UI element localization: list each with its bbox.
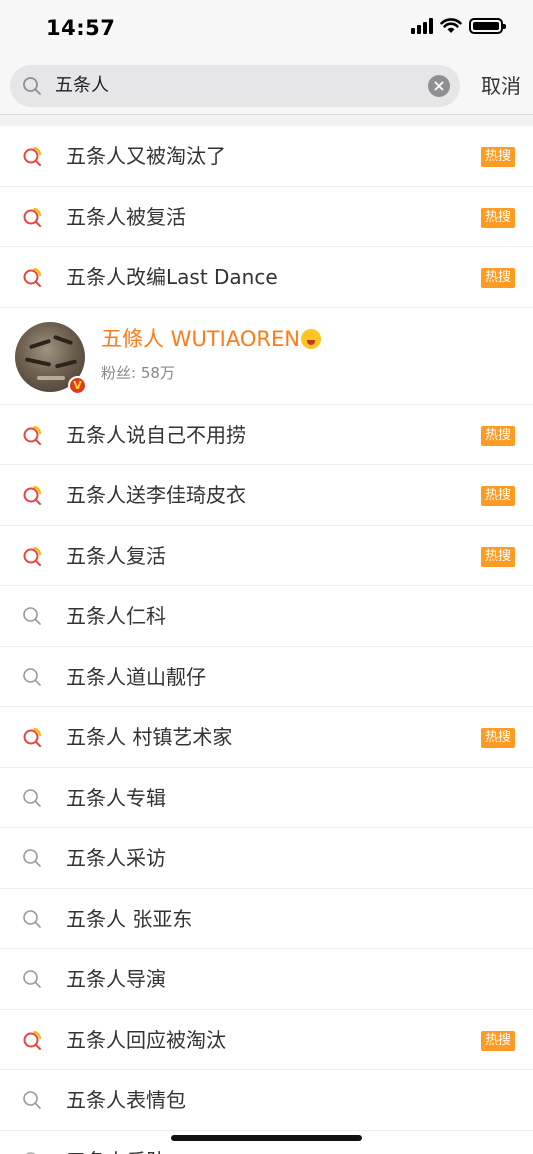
search-icon — [23, 77, 41, 95]
search-input[interactable] — [55, 65, 425, 107]
hot-badge: 热搜 — [480, 546, 515, 567]
suggestion-text: 五条人改编Last Dance — [66, 265, 278, 289]
suggestion-text: 五条人仁科 — [66, 604, 166, 628]
search-icon — [23, 1091, 41, 1109]
hot-badge: 热搜 — [480, 486, 515, 506]
hot-badge: 热搜 — [480, 207, 515, 228]
search-icon — [23, 849, 41, 867]
status-time: 14:57 — [46, 16, 116, 40]
search-icon — [23, 909, 41, 928]
suggestion-text: 五条人导演 — [66, 967, 166, 991]
suggestion-text: 五条人乐队 — [66, 1131, 166, 1154]
suggestion-text: 五条人说自己不用捞 — [66, 422, 246, 447]
suggestion-text: 五条人 张亚东 — [66, 906, 193, 931]
suggestion-row[interactable]: 五条人导演 — [0, 949, 533, 1010]
hot-search-icon — [23, 267, 42, 287]
search-icon — [23, 970, 41, 988]
hot-search-icon — [23, 146, 42, 166]
suggestion-row[interactable]: 五条人说自己不用捞 热搜 — [0, 405, 533, 465]
hot-badge: 热搜 — [480, 425, 515, 446]
header-divider — [0, 114, 533, 126]
hot-search-icon — [23, 546, 42, 566]
battery-icon — [469, 18, 506, 34]
status-bar: 14:57 — [0, 0, 533, 58]
hot-search-icon — [23, 1030, 42, 1050]
suggestion-text: 五条人又被淘汰了 — [66, 144, 226, 168]
suggestion-text: 五条人回应被淘汰 — [66, 1027, 226, 1052]
suggestion-row[interactable]: 五条人道山靓仔 — [0, 647, 533, 707]
hot-badge: 热搜 — [480, 147, 515, 167]
hot-badge: 热搜 — [480, 728, 515, 748]
hot-search-icon — [23, 207, 42, 227]
emoji-icon — [300, 328, 321, 349]
close-icon — [434, 81, 444, 91]
user-name[interactable]: 五條人 WUTIAOREN — [101, 323, 321, 353]
suggestion-text: 五条人被复活 — [66, 204, 186, 229]
user-fans-count: 粉丝: 58万 — [101, 363, 175, 382]
suggestion-text: 五条人专辑 — [66, 785, 166, 810]
suggestion-row[interactable]: 五条人改编Last Dance 热搜 — [0, 247, 533, 308]
hot-search-icon — [23, 727, 42, 747]
suggestion-text: 五条人复活 — [66, 543, 166, 568]
search-icon — [23, 667, 41, 686]
suggestion-list: 五条人又被淘汰了 热搜 五条人被复活 热搜 五条人改编Last Dance 热搜 V 五條… — [0, 126, 533, 1154]
suggestion-row[interactable]: 五条人采访 — [0, 828, 533, 889]
suggestion-text: 五条人表情包 — [66, 1088, 186, 1112]
cellular-signal-icon — [411, 18, 433, 34]
status-icons — [411, 18, 506, 34]
suggestion-text: 五条人道山靓仔 — [66, 664, 206, 689]
search-icon — [25, 1151, 36, 1154]
suggestion-text: 五条人 村镇艺术家 — [66, 725, 233, 749]
suggestion-row[interactable]: 五条人送李佳琦皮衣 热搜 — [0, 465, 533, 526]
suggestion-row[interactable]: 五条人又被淘汰了 热搜 — [0, 126, 533, 187]
suggestion-text: 五条人采访 — [66, 846, 166, 870]
wifi-icon — [440, 18, 462, 33]
suggestion-row[interactable]: 五条人被复活 热搜 — [0, 187, 533, 247]
home-indicator[interactable] — [171, 1135, 362, 1141]
user-result-row[interactable]: V 五條人 WUTIAOREN 粉丝: 58万 — [0, 308, 533, 405]
hot-search-icon — [23, 425, 42, 445]
search-box[interactable] — [10, 65, 460, 107]
suggestion-row[interactable]: 五条人 张亚东 — [0, 889, 533, 949]
hot-badge: 热搜 — [480, 1030, 515, 1051]
hot-badge: 热搜 — [480, 268, 515, 288]
suggestion-row[interactable]: 五条人复活 热搜 — [0, 526, 533, 586]
suggestion-row[interactable]: 五条人 村镇艺术家 热搜 — [0, 707, 533, 768]
suggestion-row[interactable]: 五条人表情包 — [0, 1070, 533, 1131]
search-header: 取消 — [0, 58, 533, 114]
search-icon — [23, 607, 41, 625]
verified-badge: V — [68, 375, 87, 395]
suggestion-row[interactable]: 五条人专辑 — [0, 768, 533, 828]
suggestion-text: 五条人送李佳琦皮衣 — [66, 483, 246, 507]
suggestion-row[interactable]: 五条人回应被淘汰 热搜 — [0, 1010, 533, 1070]
cancel-button[interactable]: 取消 — [481, 70, 521, 102]
search-icon — [23, 788, 41, 807]
suggestion-row[interactable]: 五条人仁科 — [0, 586, 533, 647]
clear-search-button[interactable] — [428, 75, 450, 97]
hot-search-icon — [23, 485, 42, 505]
